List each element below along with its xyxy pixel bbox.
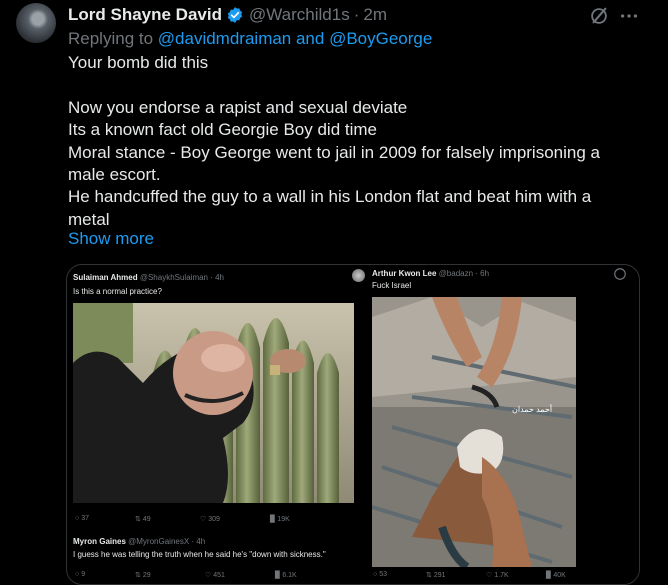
more-options-icon[interactable] bbox=[618, 5, 640, 27]
replying-to: Replying to @davidmdraiman and @BoyGeorg… bbox=[68, 29, 432, 49]
tweet-line: Your bomb did this bbox=[68, 53, 209, 72]
tweet-line: Its a known fact old Georgie Boy did tim… bbox=[68, 120, 377, 140]
tweet-line bbox=[68, 74, 628, 96]
embedded-avatar bbox=[352, 269, 365, 282]
tweet-time[interactable]: 2m bbox=[363, 5, 387, 25]
embedded-metrics: ○ 9 ⇅ 29 ♡ 451 ▉ 6.1K bbox=[75, 571, 297, 579]
tweet-line: metal bbox=[68, 209, 110, 229]
replying-to-links[interactable]: @davidmdraiman and @BoyGeorge bbox=[158, 29, 433, 48]
embedded-author: Myron Gaines bbox=[73, 537, 126, 546]
view-count: 19K bbox=[277, 516, 290, 523]
image-caption: أحمد حمدان bbox=[512, 405, 553, 414]
like-count: 451 bbox=[213, 572, 225, 579]
embedded-photo-rubble: أحمد حمدان bbox=[372, 297, 576, 567]
embedded-author: Sulaiman Ahmed bbox=[73, 273, 138, 282]
view-count: 40K bbox=[553, 572, 566, 579]
author-avatar[interactable] bbox=[16, 3, 56, 43]
more-options-icon bbox=[614, 268, 626, 280]
repost-count: 29 bbox=[142, 572, 151, 579]
tweet-header: Lord Shayne David @Warchild1s · 2m bbox=[68, 4, 387, 26]
verified-badge-icon bbox=[227, 7, 243, 23]
embedded-handle: @MyronGainesX · 4h bbox=[128, 537, 206, 546]
tweet-line: male escort. bbox=[68, 165, 161, 185]
tweet-body: Your bomb did this Now you endorse a rap… bbox=[68, 52, 628, 231]
tweet-line: Now you endorse a rapist and sexual devi… bbox=[68, 97, 408, 117]
embedded-metrics: ○ 53 ⇅ 291 ♡ 1.7K ▉ 40K bbox=[373, 571, 566, 579]
show-more-link[interactable]: Show more bbox=[68, 229, 154, 249]
separator-dot: · bbox=[353, 5, 360, 24]
embedded-metrics: ○ 37 ⇅ 49 ♡ 309 ▉ 19K bbox=[75, 515, 290, 523]
like-count: 309 bbox=[208, 516, 220, 523]
embedded-text: Is this a normal practice? bbox=[73, 287, 162, 296]
reply-count: 37 bbox=[81, 515, 89, 522]
author-handle[interactable]: @Warchild1s bbox=[249, 5, 350, 25]
reply-count: 9 bbox=[81, 571, 86, 578]
grok-icon[interactable] bbox=[588, 5, 610, 27]
tweet-line: Moral stance - Boy George went to jail i… bbox=[68, 142, 600, 162]
embedded-photo-artillery bbox=[73, 303, 354, 503]
tweet-media-image[interactable]: Sulaiman Ahmed @ShaykhSulaiman · 4h Is t… bbox=[66, 264, 640, 585]
repost-count: 291 bbox=[433, 572, 446, 579]
like-count: 1.7K bbox=[494, 572, 509, 579]
embedded-handle: @badazn · 6h bbox=[438, 269, 490, 278]
tweet-line: He handcuffed the guy to a wall in his L… bbox=[68, 187, 592, 207]
reply-count: 53 bbox=[379, 571, 387, 578]
view-count: 6.1K bbox=[282, 572, 297, 579]
repost-count: 49 bbox=[142, 516, 151, 523]
replying-prefix: Replying to bbox=[68, 29, 158, 48]
embedded-handle: @ShaykhSulaiman · 4h bbox=[139, 273, 225, 282]
embedded-text: Fuck Israel bbox=[372, 281, 412, 290]
embedded-author: Arthur Kwon Lee bbox=[372, 269, 437, 278]
author-name[interactable]: Lord Shayne David bbox=[68, 5, 222, 25]
embedded-text: I guess he was telling the truth when he… bbox=[73, 550, 326, 559]
